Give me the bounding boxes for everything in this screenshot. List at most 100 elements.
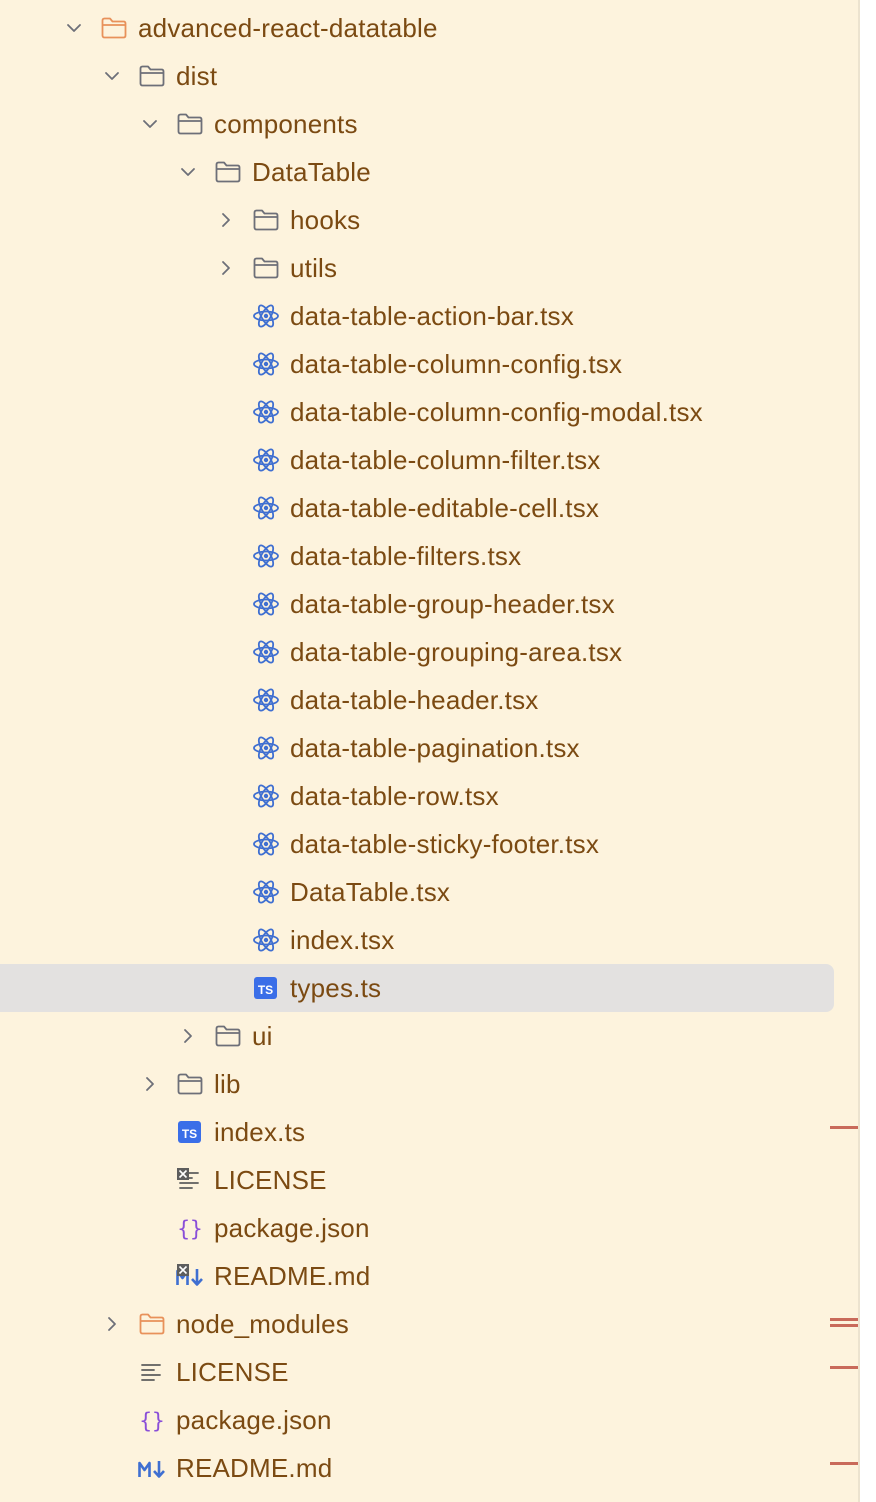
- folder-icon: [176, 112, 204, 136]
- scrollbar-change-marker[interactable]: [830, 1324, 858, 1327]
- tree-row-label: utils: [290, 253, 338, 283]
- chevron-down-icon[interactable]: [180, 164, 196, 180]
- tree-row-label: node_modules: [176, 1309, 349, 1339]
- tree-row-label: LICENSE: [176, 1357, 289, 1387]
- tree-row[interactable]: node_modules: [0, 1300, 834, 1348]
- markdown-icon: [138, 1456, 166, 1480]
- tree-row-label: data-table-editable-cell.tsx: [290, 493, 600, 523]
- tree-row-label: data-table-column-config-modal.tsx: [290, 397, 703, 427]
- folder-icon: [100, 16, 128, 40]
- chevron-right-icon[interactable]: [142, 1076, 158, 1092]
- tree-row[interactable]: data-table-group-header.tsx: [0, 580, 834, 628]
- tree-row-label: index.ts: [214, 1117, 306, 1147]
- react-icon: [252, 832, 280, 856]
- chevron-down-icon[interactable]: [66, 20, 82, 36]
- tree-row[interactable]: DataTable.tsx: [0, 868, 834, 916]
- chevron-down-icon[interactable]: [142, 116, 158, 132]
- folder-icon: [138, 1312, 166, 1336]
- tree-row-label: data-table-sticky-footer.tsx: [290, 829, 600, 859]
- tree-row[interactable]: lib: [0, 1060, 834, 1108]
- tree-row[interactable]: data-table-pagination.tsx: [0, 724, 834, 772]
- tree-row-label: data-table-row.tsx: [290, 781, 499, 811]
- project-tree-panel: advanced-react-datatable dist components Da…: [0, 0, 858, 1502]
- tree-row[interactable]: {} package.json: [0, 1396, 834, 1444]
- react-icon: [252, 352, 280, 376]
- tree-row[interactable]: {} package.json: [0, 1204, 834, 1252]
- tree-row[interactable]: data-table-grouping-area.tsx: [0, 628, 834, 676]
- tree-row[interactable]: dist: [0, 52, 834, 100]
- tree-row[interactable]: LICENSE: [0, 1156, 834, 1204]
- tree-row-label: README.md: [176, 1453, 333, 1483]
- tree-row-label: data-table-header.tsx: [290, 685, 539, 715]
- tree-row[interactable]: hooks: [0, 196, 834, 244]
- tree-row-label: index.tsx: [290, 925, 395, 955]
- tree-row[interactable]: components: [0, 100, 834, 148]
- text-file-icon: [176, 1168, 204, 1192]
- tree-row[interactable]: utils: [0, 244, 834, 292]
- scrollbar-gutter[interactable]: [860, 0, 876, 1502]
- tree-row-label: data-table-filters.tsx: [290, 541, 522, 571]
- tree-row-label: README.md: [214, 1261, 371, 1291]
- folder-icon: [138, 64, 166, 88]
- tree-row-label: DataTable.tsx: [290, 877, 451, 907]
- react-icon: [252, 544, 280, 568]
- tree-row-label: LICENSE: [214, 1165, 327, 1195]
- chevron-right-icon[interactable]: [218, 212, 234, 228]
- tree-row[interactable]: TS index.ts: [0, 1108, 834, 1156]
- tree-row[interactable]: data-table-header.tsx: [0, 676, 834, 724]
- folder-icon: [214, 1024, 242, 1048]
- tree-row[interactable]: data-table-column-config-modal.tsx: [0, 388, 834, 436]
- chevron-right-icon[interactable]: [180, 1028, 196, 1044]
- tree-row[interactable]: README.md: [0, 1444, 834, 1492]
- tree-row[interactable]: LICENSE: [0, 1348, 834, 1396]
- tree-row-label: data-table-column-filter.tsx: [290, 445, 601, 475]
- react-icon: [252, 592, 280, 616]
- tree-row-label: package.json: [176, 1405, 332, 1435]
- react-icon: [252, 448, 280, 472]
- tree-row[interactable]: data-table-row.tsx: [0, 772, 834, 820]
- react-icon: [252, 640, 280, 664]
- scrollbar-change-marker[interactable]: [830, 1462, 858, 1465]
- chevron-right-icon[interactable]: [104, 1316, 120, 1332]
- tree-row-label: data-table-pagination.tsx: [290, 733, 580, 763]
- svg-text:TS: TS: [182, 1127, 197, 1141]
- tree-row[interactable]: TS types.ts: [0, 964, 834, 1012]
- svg-text:TS: TS: [258, 983, 273, 997]
- tree-row-label: ui: [252, 1021, 273, 1051]
- react-icon: [252, 304, 280, 328]
- tree-row[interactable]: data-table-filters.tsx: [0, 532, 834, 580]
- tree-row[interactable]: DataTable: [0, 148, 834, 196]
- folder-icon: [252, 256, 280, 280]
- tree-row-label: components: [214, 109, 358, 139]
- tree-row[interactable]: index.tsx: [0, 916, 834, 964]
- tree-row[interactable]: README.md: [0, 1252, 834, 1300]
- scrollbar-change-marker[interactable]: [830, 1126, 858, 1129]
- tree-row[interactable]: data-table-editable-cell.tsx: [0, 484, 834, 532]
- tree-row-label: data-table-group-header.tsx: [290, 589, 615, 619]
- tree-row-label: types.ts: [290, 973, 382, 1003]
- chevron-right-icon[interactable]: [218, 260, 234, 276]
- chevron-down-icon[interactable]: [104, 68, 120, 84]
- react-icon: [252, 400, 280, 424]
- tree-row[interactable]: advanced-react-datatable: [0, 4, 834, 52]
- tree-row[interactable]: ui: [0, 1012, 834, 1060]
- json-icon: {}: [176, 1216, 204, 1241]
- tree-row[interactable]: data-table-column-config.tsx: [0, 340, 834, 388]
- tree-row-label: DataTable: [252, 157, 371, 187]
- tree-row-label: package.json: [214, 1213, 370, 1243]
- tree-row-label: dist: [176, 61, 218, 91]
- react-icon: [252, 880, 280, 904]
- tree-row-label: data-table-column-config.tsx: [290, 349, 623, 379]
- tree-row-label: data-table-action-bar.tsx: [290, 301, 574, 331]
- tree-row[interactable]: data-table-sticky-footer.tsx: [0, 820, 834, 868]
- json-icon: {}: [138, 1408, 166, 1433]
- text-file-icon: [138, 1360, 166, 1384]
- scrollbar-change-marker[interactable]: [830, 1366, 858, 1369]
- tree-row[interactable]: data-table-column-filter.tsx: [0, 436, 834, 484]
- typescript-icon: TS: [176, 1120, 204, 1144]
- react-icon: [252, 736, 280, 760]
- folder-icon: [176, 1072, 204, 1096]
- scrollbar-change-marker[interactable]: [830, 1318, 858, 1321]
- tree-row[interactable]: data-table-action-bar.tsx: [0, 292, 834, 340]
- react-icon: [252, 928, 280, 952]
